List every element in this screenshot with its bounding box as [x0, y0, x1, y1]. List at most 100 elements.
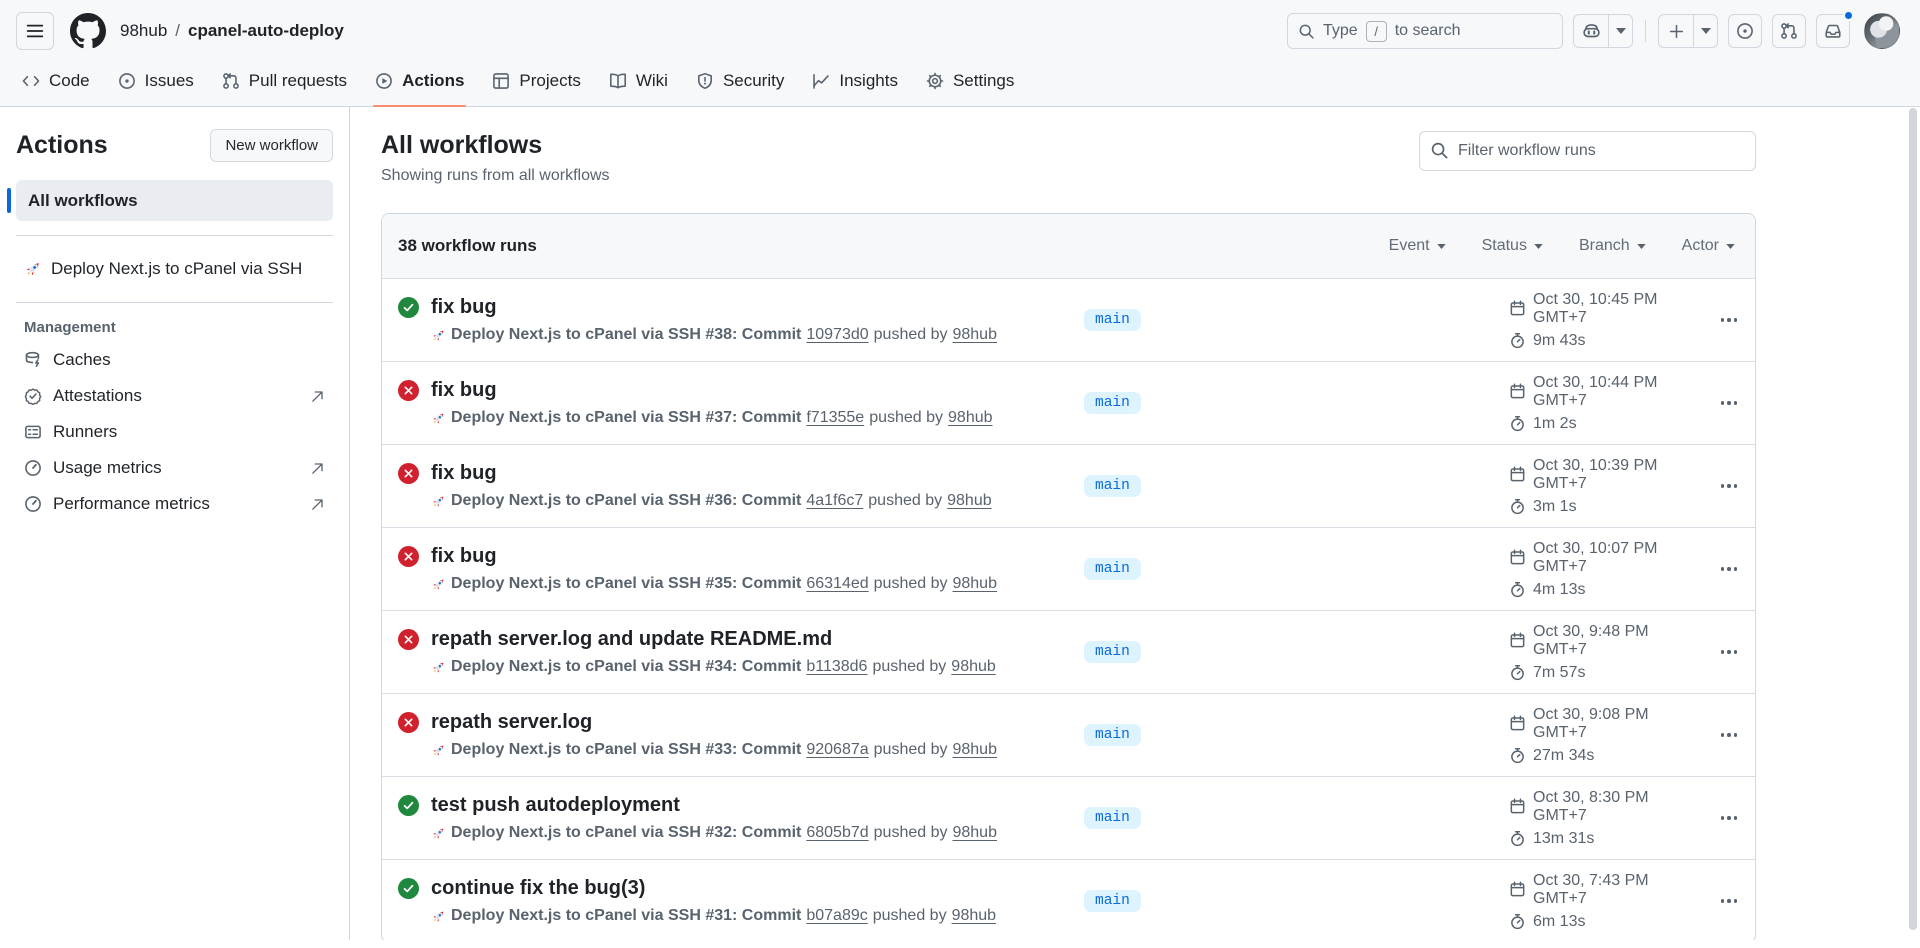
run-title-link[interactable]: fix bug	[431, 296, 497, 319]
sidebar-item-caches[interactable]: Caches	[16, 342, 333, 378]
run-commit-link[interactable]: b07a89c	[806, 907, 867, 925]
tab-security[interactable]: Security	[684, 56, 796, 106]
run-title-link[interactable]: repath server.log	[431, 711, 592, 734]
runs-count: 38 workflow runs	[398, 236, 537, 256]
run-actor-link[interactable]: 98hub	[947, 492, 992, 510]
run-status-icon	[398, 546, 419, 567]
run-commit-link[interactable]: 920687a	[806, 741, 868, 759]
run-commit-link[interactable]: b1138d6	[806, 658, 867, 676]
run-options-kebab-button[interactable]	[1699, 478, 1739, 494]
workflow-run-row: repath server.log and update README.md D…	[382, 610, 1755, 693]
tab-wiki[interactable]: Wiki	[597, 56, 680, 106]
tab-issues[interactable]: Issues	[106, 56, 206, 106]
run-options-kebab-button[interactable]	[1699, 893, 1739, 909]
run-status-icon	[398, 380, 419, 401]
global-menu-button[interactable]	[16, 12, 54, 50]
run-options-kebab-button[interactable]	[1699, 727, 1739, 743]
run-commit-link[interactable]: 6805b7d	[806, 824, 868, 842]
filter-workflow-runs-input[interactable]	[1419, 131, 1756, 171]
run-workflow-ref: Deploy Next.js to cPanel via SSH #35: Co…	[451, 575, 801, 593]
copilot-button[interactable]	[1573, 14, 1609, 48]
tab-insights[interactable]: Insights	[800, 56, 910, 106]
create-new-caret[interactable]	[1694, 14, 1718, 48]
run-description: Deploy Next.js to cPanel via SSH #36: Co…	[431, 492, 1084, 510]
page-scrollbar[interactable]	[1909, 108, 1917, 930]
branch-badge[interactable]: main	[1084, 475, 1141, 497]
run-commit-link[interactable]: 4a1f6c7	[806, 492, 863, 510]
run-duration: 4m 13s	[1533, 581, 1585, 599]
tab-code[interactable]: Code	[10, 56, 102, 106]
branch-badge[interactable]: main	[1084, 558, 1141, 580]
run-actor-link[interactable]: 98hub	[952, 741, 997, 759]
filter-event-dropdown[interactable]: Event	[1389, 237, 1446, 255]
run-duration: 7m 57s	[1533, 664, 1585, 682]
run-title-link[interactable]: fix bug	[431, 545, 497, 568]
book-icon	[609, 72, 627, 90]
tab-settings[interactable]: Settings	[914, 56, 1026, 106]
rocket-icon	[431, 909, 446, 924]
breadcrumb-repo[interactable]: cpanel-auto-deploy	[188, 21, 344, 41]
branch-badge[interactable]: main	[1084, 641, 1141, 663]
rocket-icon	[431, 660, 446, 675]
create-new-button[interactable]	[1658, 14, 1694, 48]
run-options-kebab-button[interactable]	[1699, 312, 1739, 328]
workflow-run-row: continue fix the bug(3) Deploy Next.js t…	[382, 859, 1755, 940]
run-title-link[interactable]: fix bug	[431, 462, 497, 485]
new-workflow-button[interactable]: New workflow	[210, 129, 333, 162]
branch-badge[interactable]: main	[1084, 807, 1141, 829]
tab-projects[interactable]: Projects	[480, 56, 592, 106]
run-branch-cell: main	[1084, 724, 1509, 746]
filter-branch-dropdown[interactable]: Branch	[1579, 237, 1646, 255]
run-commit-link[interactable]: 10973d0	[806, 326, 868, 344]
filter-status-dropdown[interactable]: Status	[1482, 237, 1543, 255]
run-status-icon	[398, 297, 419, 318]
run-actor-link[interactable]: 98hub	[952, 575, 997, 593]
run-title-link[interactable]: continue fix the bug(3)	[431, 877, 645, 900]
your-issues-button[interactable]	[1728, 14, 1762, 48]
branch-badge[interactable]: main	[1084, 724, 1141, 746]
branch-badge[interactable]: main	[1084, 890, 1141, 912]
breadcrumb-owner[interactable]: 98hub	[120, 21, 167, 41]
chevron-down-icon	[1637, 244, 1646, 249]
graph-icon	[812, 72, 830, 90]
run-date: Oct 30, 10:07 PM GMT+7	[1533, 540, 1699, 576]
run-options-kebab-button[interactable]	[1699, 644, 1739, 660]
run-title-link[interactable]: fix bug	[431, 379, 497, 402]
run-meta-cell: Oct 30, 10:44 PM GMT+7 1m 2s	[1509, 374, 1699, 433]
run-meta-cell: Oct 30, 9:08 PM GMT+7 27m 34s	[1509, 706, 1699, 765]
verified-icon	[24, 387, 42, 405]
user-avatar[interactable]	[1864, 13, 1900, 49]
run-actor-link[interactable]: 98hub	[952, 326, 997, 344]
runners-icon	[24, 423, 42, 441]
run-options-kebab-button[interactable]	[1699, 561, 1739, 577]
branch-badge[interactable]: main	[1084, 392, 1141, 414]
run-actor-link[interactable]: 98hub	[951, 658, 996, 676]
sidebar-item-all-workflows[interactable]: All workflows	[16, 180, 333, 221]
branch-badge[interactable]: main	[1084, 309, 1141, 331]
tab-pull-requests[interactable]: Pull requests	[210, 56, 359, 106]
sidebar-item-performance-metrics[interactable]: Performance metrics	[16, 486, 333, 522]
your-pull-requests-button[interactable]	[1772, 14, 1806, 48]
workflow-run-list: fix bug Deploy Next.js to cPanel via SSH…	[382, 278, 1755, 940]
run-commit-link[interactable]: f71355e	[806, 409, 864, 427]
sidebar-item-runners[interactable]: Runners	[16, 414, 333, 450]
shield-icon	[696, 72, 714, 90]
sidebar-item-workflow-deploy[interactable]: Deploy Next.js to cPanel via SSH	[16, 250, 333, 288]
filter-actor-dropdown[interactable]: Actor	[1682, 237, 1735, 255]
global-search[interactable]: Type / to search	[1287, 13, 1563, 49]
tab-actions[interactable]: Actions	[363, 56, 476, 106]
run-options-kebab-button[interactable]	[1699, 810, 1739, 826]
github-logo[interactable]	[70, 13, 106, 49]
actions-sidebar: Actions New workflow All workflows Deplo…	[0, 107, 350, 940]
run-actor-link[interactable]: 98hub	[952, 907, 997, 925]
run-title-link[interactable]: repath server.log and update README.md	[431, 628, 832, 651]
run-commit-link[interactable]: 66314ed	[806, 575, 868, 593]
rocket-icon	[431, 494, 446, 509]
run-title-link[interactable]: test push autodeployment	[431, 794, 680, 817]
run-options-kebab-button[interactable]	[1699, 395, 1739, 411]
sidebar-item-usage-metrics[interactable]: Usage metrics	[16, 450, 333, 486]
run-actor-link[interactable]: 98hub	[948, 409, 993, 427]
run-actor-link[interactable]: 98hub	[952, 824, 997, 842]
sidebar-item-attestations[interactable]: Attestations	[16, 378, 333, 414]
copilot-menu-caret[interactable]	[1609, 14, 1633, 48]
